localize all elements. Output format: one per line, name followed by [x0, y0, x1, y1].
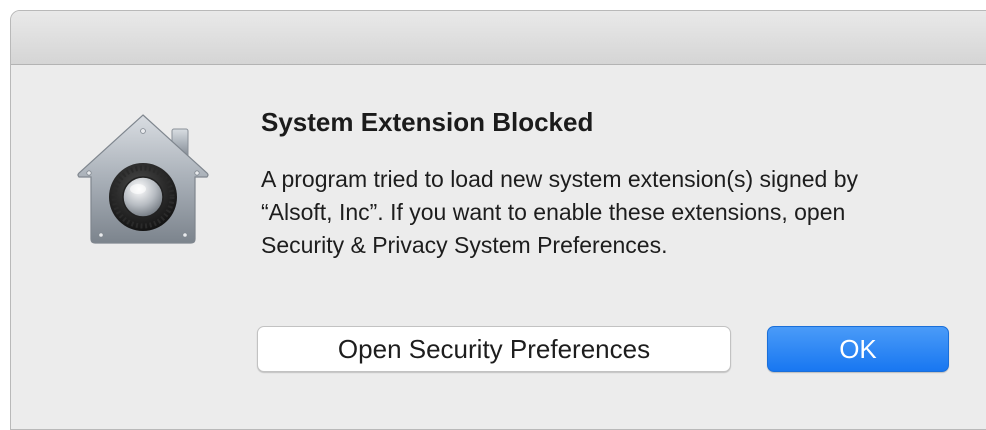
open-security-preferences-button[interactable]: Open Security Preferences	[257, 326, 731, 372]
security-house-lock-icon	[75, 111, 211, 245]
ok-button[interactable]: OK	[767, 326, 949, 372]
system-extension-dialog: System Extension Blocked A program tried…	[10, 10, 986, 430]
dialog-titlebar[interactable]	[11, 11, 986, 65]
dialog-message: A program tried to load new system exten…	[261, 166, 859, 258]
dialog-title: System Extension Blocked	[261, 107, 594, 137]
